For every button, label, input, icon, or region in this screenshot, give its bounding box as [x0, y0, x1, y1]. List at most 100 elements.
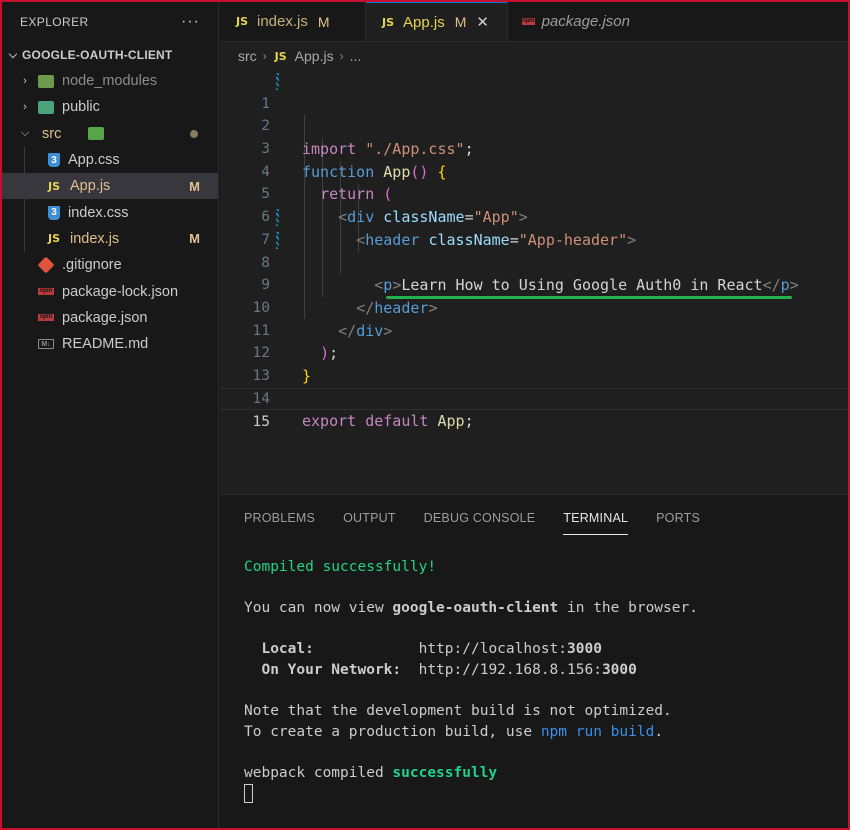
- explorer-header: EXPLORER ···: [2, 2, 218, 42]
- tree-item-index-css[interactable]: 3 index.css: [2, 199, 218, 225]
- modified-badge: M: [317, 13, 330, 30]
- npm-icon: npm: [522, 18, 535, 25]
- code-line: 3 function App() {: [220, 115, 848, 181]
- chevron-right-icon: ›: [262, 49, 267, 63]
- terminal-line: You can now view google-oauth-client in …: [244, 598, 698, 619]
- breadcrumb: src › JS App.js › ...: [220, 42, 848, 70]
- tree-item-label: public: [62, 99, 100, 116]
- tree-item-label: package.json: [62, 309, 148, 326]
- tree-item-label: index.js: [70, 230, 120, 247]
- terminal-line: To create a production build, use npm ru…: [244, 722, 698, 743]
- tab-ports[interactable]: PORTS: [656, 495, 700, 541]
- tree-item-readme[interactable]: M↓ README.md: [2, 331, 218, 357]
- npm-icon: npm: [38, 314, 54, 322]
- folder-icon: [38, 100, 54, 114]
- folder-open-icon: [88, 127, 104, 141]
- code-line: 9 </header>: [220, 252, 848, 317]
- tree-item-package-lock[interactable]: npm package-lock.json: [2, 278, 218, 304]
- terminal-line: Compiled successfully!: [244, 559, 437, 575]
- tree-item-label: package-lock.json: [62, 283, 179, 300]
- project-folder-header[interactable]: ⌵ GOOGLE-OAUTH-CLIENT: [2, 42, 218, 68]
- tree-item-index-js[interactable]: JS index.js M: [2, 226, 218, 252]
- line-number: 15: [252, 414, 270, 431]
- tab-app-js[interactable]: JS App.js M ✕: [366, 2, 508, 41]
- terminal-line: Local: http://localhost:3000: [244, 639, 698, 660]
- terminal-line: Note that the development build is not o…: [244, 703, 672, 720]
- tab-debug-console[interactable]: DEBUG CONSOLE: [424, 495, 536, 541]
- tree-item-public[interactable]: › public: [2, 94, 218, 120]
- tree-item-label: .gitignore: [62, 257, 122, 274]
- terminal-line: On Your Network: http://192.168.8.156:30…: [244, 660, 698, 681]
- local-url[interactable]: http://localhost:: [419, 641, 567, 657]
- tab-output[interactable]: OUTPUT: [343, 495, 396, 541]
- gutter-change-marker: [276, 209, 279, 227]
- breadcrumb-more[interactable]: ...: [350, 48, 362, 64]
- chevron-right-icon: ›: [339, 49, 344, 63]
- js-file-icon: JS: [381, 15, 394, 29]
- chevron-right-icon: ›: [23, 101, 27, 114]
- local-label: Local:: [244, 641, 314, 658]
- tab-terminal[interactable]: TERMINAL: [563, 495, 628, 541]
- code-line: 12 }: [220, 320, 848, 385]
- terminal-text: To create a production build, use: [244, 723, 541, 740]
- code-line: 10 </div>: [220, 274, 848, 340]
- tab-index-js[interactable]: JS index.js M: [220, 2, 366, 41]
- terminal-text: webpack compiled: [244, 764, 393, 781]
- modified-badge: M: [189, 231, 200, 247]
- tree-item-gitignore[interactable]: .gitignore: [2, 252, 218, 278]
- explorer-title: EXPLORER: [20, 15, 89, 29]
- js-file-icon: JS: [47, 232, 60, 246]
- tab-package-json[interactable]: npm package.json: [508, 2, 644, 41]
- code-line: 5 <div className="App">: [220, 161, 848, 226]
- modified-dot-icon: [190, 129, 198, 138]
- more-actions-icon[interactable]: ···: [181, 13, 200, 31]
- editor-tabs: JS index.js M JS App.js M ✕ npm package.…: [220, 2, 848, 42]
- src-children: 3 App.css JS App.js M 3 index.css JS ind…: [2, 146, 218, 253]
- tree-item-label: index.css: [68, 204, 129, 221]
- tree-item-package-json[interactable]: npm package.json: [2, 305, 218, 331]
- tab-problems[interactable]: PROBLEMS: [244, 495, 315, 541]
- network-port: 3000: [601, 661, 637, 678]
- tree-item-app-css[interactable]: 3 App.css: [2, 147, 218, 173]
- code-line: 4 return (: [220, 138, 848, 204]
- keyword: default: [365, 412, 429, 431]
- tree-item-node-modules[interactable]: › node_modules: [2, 68, 218, 94]
- panel-tabs: PROBLEMS OUTPUT DEBUG CONSOLE TERMINAL P…: [220, 495, 848, 541]
- js-file-icon: JS: [274, 49, 287, 63]
- network-url[interactable]: http://192.168.8.156:: [419, 662, 602, 678]
- tree-item-src[interactable]: ⌵ src: [2, 121, 218, 147]
- build-command: npm run build: [540, 723, 655, 740]
- terminal-cursor[interactable]: [244, 784, 253, 804]
- code-line: 14 export default App;: [220, 365, 848, 431]
- chevron-right-icon: ›: [23, 75, 27, 88]
- js-file-icon: JS: [47, 179, 60, 193]
- app-name: google-oauth-client: [392, 600, 559, 617]
- gutter-change-marker: [276, 73, 279, 90]
- breadcrumb-file[interactable]: App.js: [295, 48, 334, 64]
- green-underline-annotation: [386, 296, 792, 299]
- code-line-current: 15: [220, 387, 848, 430]
- code-editor[interactable]: 1 import "./App.css"; 2 3 function App()…: [220, 70, 848, 431]
- webpack-status: successfully: [392, 764, 498, 781]
- breadcrumb-folder[interactable]: src: [238, 48, 257, 64]
- close-icon[interactable]: ✕: [476, 13, 489, 31]
- terminal-output[interactable]: Compiled successfully! You can now view …: [244, 557, 698, 804]
- npm-icon: npm: [38, 288, 54, 296]
- tree-item-app-js[interactable]: JS App.js M: [2, 173, 218, 200]
- tab-label: App.js: [403, 13, 445, 31]
- terminal-text: in the browser.: [558, 600, 698, 617]
- chevron-down-icon: ⌵: [8, 48, 18, 61]
- tab-label: package.json: [541, 13, 630, 30]
- bottom-panel: PROBLEMS OUTPUT DEBUG CONSOLE TERMINAL P…: [220, 494, 848, 828]
- tab-label: index.js: [257, 13, 308, 30]
- folder-icon: [38, 74, 54, 88]
- code-line: 8: [220, 229, 848, 271]
- tree-item-label: README.md: [62, 336, 149, 353]
- code-line: 6 <header className="App-header">: [220, 183, 848, 249]
- css-file-icon: 3: [48, 205, 60, 220]
